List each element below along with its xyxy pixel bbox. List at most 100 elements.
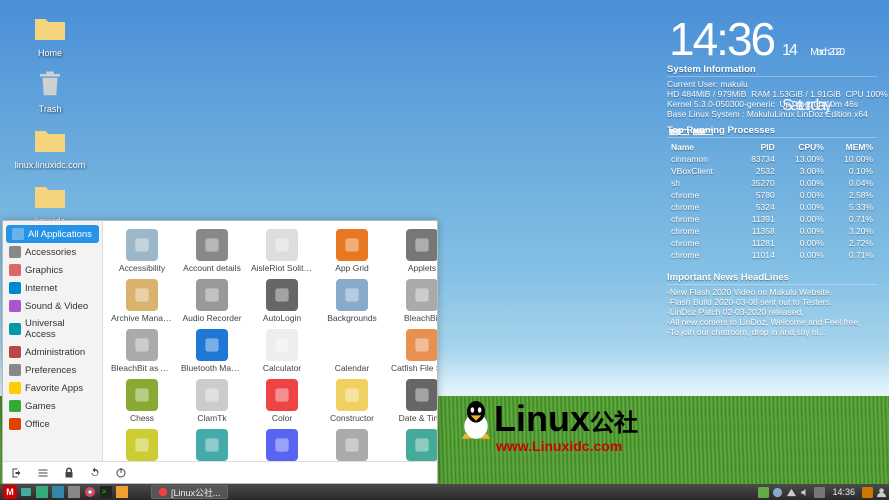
sysinfo-uptime: UpTime: 0h 10m 46s bbox=[779, 99, 858, 109]
category-icon bbox=[9, 246, 21, 258]
app-launcher[interactable]: Constructor bbox=[319, 377, 385, 425]
taskbar-launcher[interactable] bbox=[115, 485, 129, 499]
app-launcher[interactable]: BleachBit bbox=[389, 277, 437, 325]
desktop-icon-home[interactable]: Home bbox=[20, 10, 80, 58]
menu-category[interactable]: Preferences bbox=[3, 361, 102, 379]
app-icon bbox=[126, 429, 158, 461]
start-button[interactable]: M bbox=[3, 485, 17, 499]
folder-icon bbox=[32, 122, 68, 158]
power-icon[interactable] bbox=[115, 467, 127, 479]
app-launcher[interactable]: Catfish File Search bbox=[389, 327, 437, 375]
taskbar-launcher[interactable] bbox=[19, 485, 33, 499]
app-icon bbox=[406, 379, 437, 411]
news-line: -New Flash 2020 Video on Makulu Website. bbox=[667, 287, 877, 297]
menu-category[interactable]: Favorite Apps bbox=[3, 379, 102, 397]
app-launcher[interactable]: Desktop bbox=[179, 427, 245, 461]
app-launcher[interactable]: Backgrounds bbox=[319, 277, 385, 325]
app-launcher[interactable]: AutoLogin bbox=[249, 277, 315, 325]
category-icon bbox=[9, 418, 21, 430]
taskbar-terminal[interactable]: > bbox=[99, 485, 113, 499]
app-launcher[interactable]: Bluetooth Manager bbox=[179, 327, 245, 375]
taskbar-window[interactable]: [Linux公社... bbox=[151, 485, 228, 499]
tray-icon[interactable] bbox=[814, 487, 825, 498]
folder-icon bbox=[32, 10, 68, 46]
app-launcher[interactable]: Desklets bbox=[109, 427, 175, 461]
app-launcher[interactable]: Calendar bbox=[319, 327, 385, 375]
app-launcher[interactable]: Disks bbox=[319, 427, 385, 461]
col-mem: MEM% bbox=[828, 142, 875, 152]
app-launcher[interactable]: ClamTk bbox=[179, 377, 245, 425]
menu-category[interactable]: Graphics bbox=[3, 261, 102, 279]
tray-icon[interactable] bbox=[862, 487, 873, 498]
menu-category[interactable]: Office bbox=[3, 415, 102, 433]
app-launcher[interactable]: Display bbox=[389, 427, 437, 461]
process-row: VBoxClient25323.00%0.10% bbox=[669, 166, 875, 176]
process-row: chrome53240.00%5.33% bbox=[669, 202, 875, 212]
taskbar-launcher[interactable] bbox=[67, 485, 81, 499]
app-icon bbox=[196, 279, 228, 311]
menu-category[interactable]: All Applications bbox=[6, 225, 99, 243]
sysinfo-hd: HD 484MiB / 979MiB bbox=[667, 89, 746, 99]
app-launcher[interactable]: Color bbox=[249, 377, 315, 425]
tray-icon[interactable] bbox=[758, 487, 769, 498]
desktop-icon-folder[interactable]: linuxidc bbox=[20, 178, 80, 226]
lock-icon[interactable] bbox=[63, 467, 75, 479]
menu-category[interactable]: Internet bbox=[3, 279, 102, 297]
app-launcher[interactable]: AisleRiot Solitaire bbox=[249, 227, 315, 275]
taskbar-launcher[interactable] bbox=[35, 485, 49, 499]
logout-icon[interactable] bbox=[11, 467, 23, 479]
restart-icon[interactable] bbox=[89, 467, 101, 479]
tray-network-icon[interactable] bbox=[786, 487, 797, 498]
menu-categories: All ApplicationsAccessoriesGraphicsInter… bbox=[3, 221, 103, 461]
app-icon bbox=[266, 379, 298, 411]
app-launcher[interactable]: Date & Time bbox=[389, 377, 437, 425]
taskbar-launcher[interactable] bbox=[51, 485, 65, 499]
app-icon bbox=[126, 379, 158, 411]
tray-volume-icon[interactable] bbox=[800, 487, 811, 498]
watermark-brand: Linux bbox=[494, 398, 590, 439]
desktop-icon-link[interactable]: linux.linuxidc.com bbox=[20, 122, 80, 170]
taskbar-chrome[interactable] bbox=[83, 485, 97, 499]
menu-footer bbox=[3, 461, 437, 483]
app-icon bbox=[126, 279, 158, 311]
app-launcher[interactable]: BleachBit as Admin... bbox=[109, 327, 175, 375]
app-launcher[interactable]: Audio Recorder bbox=[179, 277, 245, 325]
menu-category[interactable]: Universal Access bbox=[3, 315, 102, 343]
app-label: Accessibility bbox=[111, 263, 173, 273]
menu-category[interactable]: Sound & Video bbox=[3, 297, 102, 315]
tray-user-icon[interactable] bbox=[876, 487, 887, 498]
app-icon bbox=[406, 429, 437, 461]
app-label: Bluetooth Manager bbox=[181, 363, 243, 373]
system-tray: 14:36 bbox=[758, 487, 887, 498]
app-launcher[interactable]: Account details bbox=[179, 227, 245, 275]
menu-category[interactable]: Administration bbox=[3, 343, 102, 361]
desktop-icon-trash[interactable]: Trash bbox=[20, 66, 80, 114]
category-icon bbox=[9, 400, 21, 412]
app-icon bbox=[336, 429, 368, 461]
app-launcher[interactable]: App Grid bbox=[319, 227, 385, 275]
app-launcher[interactable]: Accessibility bbox=[109, 227, 175, 275]
app-icon bbox=[196, 329, 228, 361]
trash-icon bbox=[32, 66, 68, 102]
menu-app-grid: Accessibility Account detailsAisleRiot So… bbox=[103, 221, 437, 461]
app-launcher[interactable]: Calculator bbox=[249, 327, 315, 375]
app-label: AutoLogin bbox=[251, 313, 313, 323]
app-launcher[interactable]: Chess bbox=[109, 377, 175, 425]
system-info-widget: System Information Current User: makulu … bbox=[667, 58, 877, 337]
menu-category[interactable]: Accessories bbox=[3, 243, 102, 261]
app-launcher[interactable]: Applets bbox=[389, 227, 437, 275]
app-launcher[interactable]: Archive Manager bbox=[109, 277, 175, 325]
clock-month: March 2020 bbox=[810, 47, 843, 58]
menu-icon[interactable] bbox=[37, 467, 49, 479]
app-launcher[interactable]: Discord bbox=[249, 427, 315, 461]
app-icon bbox=[406, 279, 437, 311]
app-label: Calendar bbox=[321, 363, 383, 373]
taskbar-clock[interactable]: 14:36 bbox=[832, 487, 855, 497]
app-icon bbox=[336, 229, 368, 261]
app-icon bbox=[196, 429, 228, 461]
desktop[interactable]: Home Trash linux.linuxidc.com linuxidc 1… bbox=[0, 0, 889, 500]
menu-category[interactable]: Games bbox=[3, 397, 102, 415]
app-label: Backgrounds bbox=[321, 313, 383, 323]
tray-icon[interactable] bbox=[772, 487, 783, 498]
category-icon bbox=[9, 346, 21, 358]
